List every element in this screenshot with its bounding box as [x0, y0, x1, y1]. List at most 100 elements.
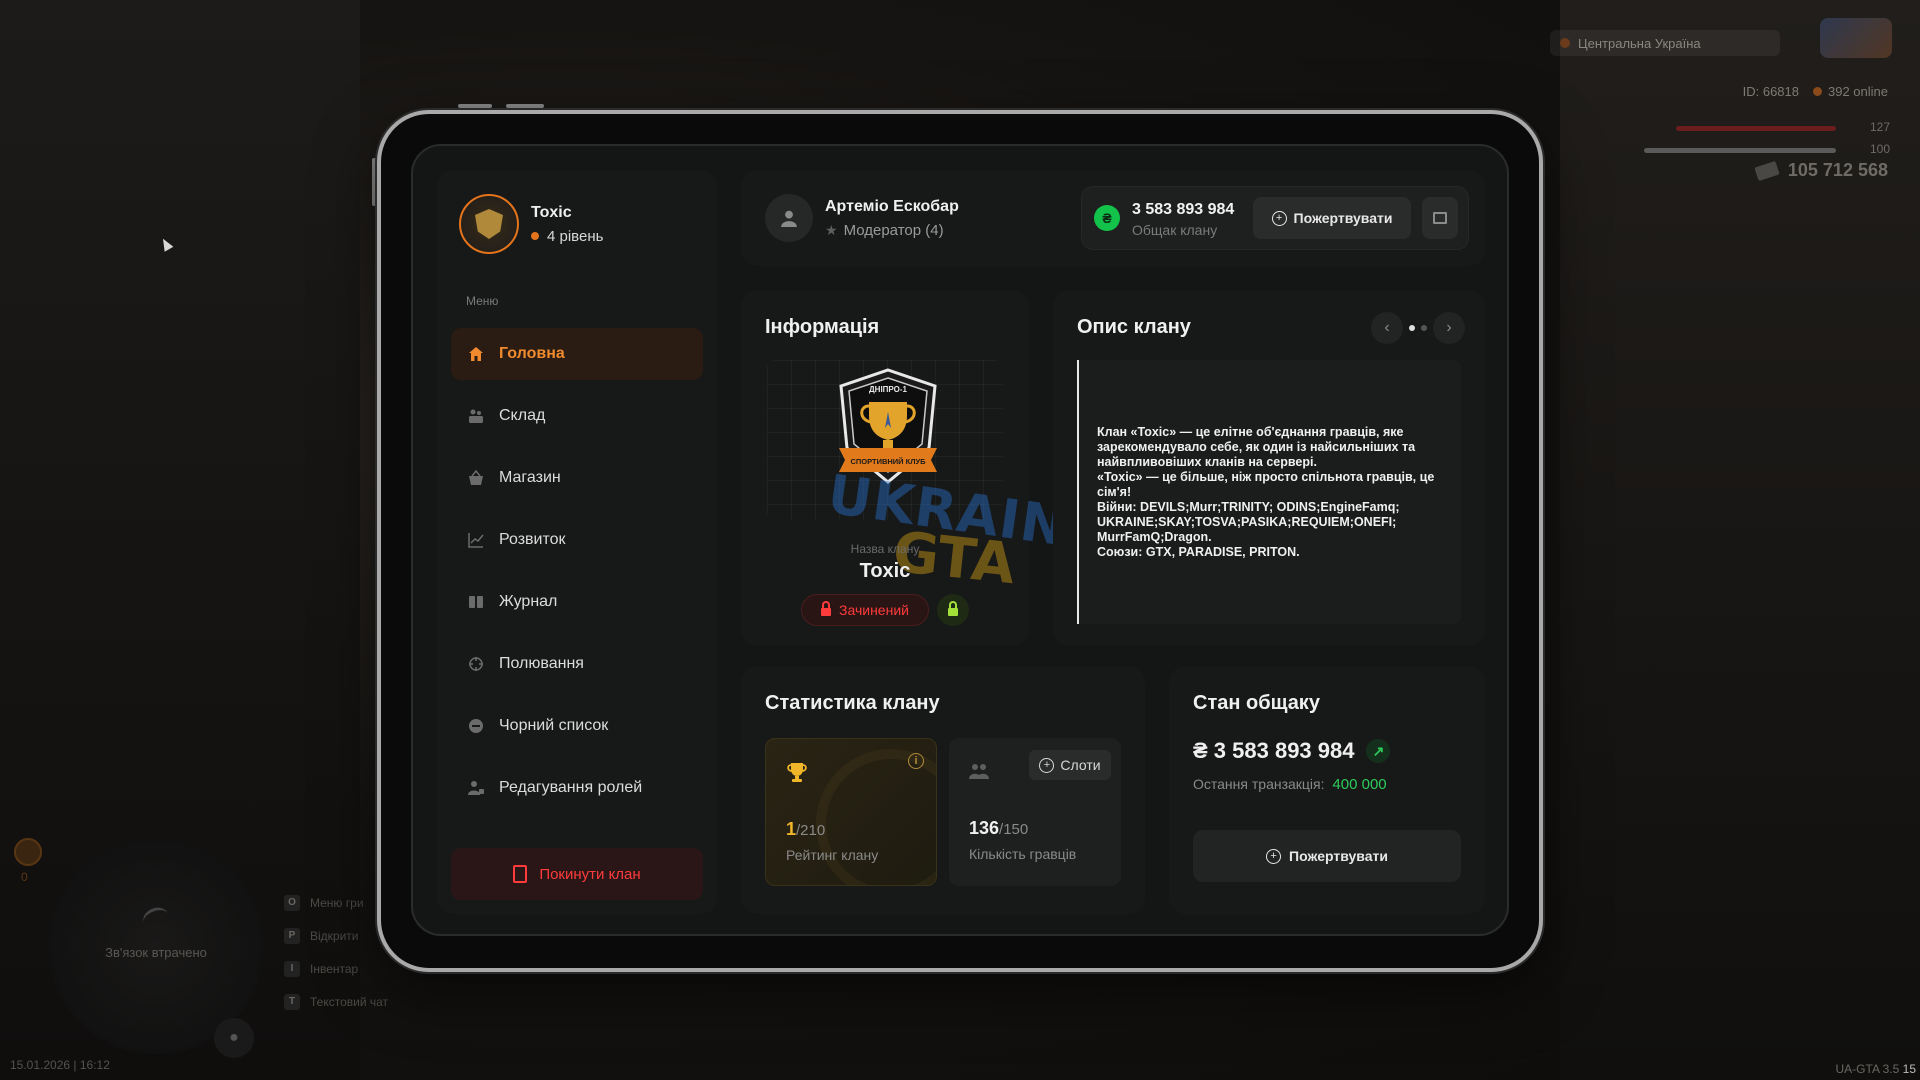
info-card-title: Інформація — [765, 316, 880, 338]
hint-key: T — [284, 993, 300, 1010]
treasury-amount: ₴ 3 583 893 984 ↗ — [1193, 738, 1391, 764]
crosshair-icon — [467, 655, 485, 673]
hint-item: I Інвентар — [284, 952, 388, 985]
plus-circle-icon: + — [1271, 210, 1287, 226]
description-card: Опис клану ‹ › Клан «Toxic» — це елітне … — [1053, 290, 1485, 646]
sidebar-item-home[interactable]: Головна — [451, 328, 703, 380]
next-page-button[interactable]: › — [1433, 312, 1465, 344]
region-shield-icon — [1560, 38, 1570, 48]
trophy-icon — [787, 763, 807, 782]
hud-money: 105 712 568 — [1754, 160, 1888, 181]
minimap-status: Зв'язок втрачено — [105, 945, 207, 960]
slots-button-label: Слоти — [1060, 757, 1101, 773]
sidebar-item-blacklist[interactable]: Чорний список — [451, 700, 703, 752]
slots-button[interactable]: + Слоти — [1029, 750, 1111, 780]
emblem-top-text: ДНІПРО-1 — [869, 385, 908, 394]
cash-icon — [1754, 160, 1780, 181]
treasury-card-title: Стан общаку — [1193, 692, 1320, 714]
sidebar: Toxic 4 рівень Меню Головна Склад Магази… — [437, 170, 717, 914]
hint-key: O — [284, 894, 300, 911]
unlock-button[interactable] — [937, 594, 969, 626]
last-transaction: Остання транзакція: 400 000 — [1193, 776, 1387, 793]
health-bar — [1676, 126, 1836, 131]
hud-online-label: 392 online — [1828, 84, 1888, 99]
armor-bar — [1644, 148, 1836, 153]
archive-button[interactable] — [1422, 197, 1458, 239]
donate-button-label: Пожертвувати — [1293, 210, 1393, 226]
hint-label: Текстовий чат — [310, 994, 389, 1009]
emblem-ribbon-text: СПОРТИВНИЙ КЛУБ — [850, 457, 926, 466]
sidebar-item-label: Полювання — [499, 655, 584, 672]
hint-item: O Меню гри — [284, 886, 388, 919]
hud-money-value: 105 712 568 — [1787, 160, 1888, 180]
tablet-button-top-right — [506, 104, 544, 108]
rating-stat-box: i 1/210 Рейтинг клану — [765, 738, 937, 886]
tablet-button-side — [372, 158, 376, 206]
objective-icon — [14, 838, 42, 866]
sidebar-item-shop[interactable]: Магазин — [451, 452, 703, 504]
hint-label: Меню гри — [310, 895, 364, 910]
players-stat-box: + Слоти 136/150 Кількість гравців — [949, 738, 1121, 886]
trend-up-icon: ↗ — [1366, 739, 1391, 763]
treasury-card: Стан общаку ₴ 3 583 893 984 ↗ Остання тр… — [1169, 666, 1485, 914]
sidebar-item-label: Головна — [499, 345, 565, 362]
clan-wallet: ₴ 3 583 893 984 Общак клану + Пожертвува… — [1081, 186, 1469, 250]
treasury-amount-value: ₴ 3 583 893 984 — [1193, 738, 1355, 763]
clan-name: Toxic — [859, 560, 911, 582]
objective-counter: 0 — [21, 870, 28, 884]
hint-item: P Відкрити — [284, 919, 388, 952]
sidebar-item-label: Журнал — [499, 593, 558, 610]
description-pager: ‹ › — [1371, 312, 1465, 344]
stats-card: Статистика клану i 1/210 Рейтинг клану +… — [741, 666, 1145, 914]
hud-version-label: UA-GTA 3.5 — [1835, 1062, 1900, 1076]
sidebar-item-journal[interactable]: Журнал — [451, 576, 703, 628]
players-total: /150 — [999, 821, 1029, 838]
treasury-donate-button[interactable]: + Пожертвувати — [1193, 830, 1461, 882]
hud-version-suffix: 15 — [1902, 1062, 1916, 1076]
menu-caption: Меню — [466, 294, 499, 308]
hint-key: I — [284, 960, 300, 977]
gta-watermark: GTA — [889, 519, 1019, 598]
people-icon — [969, 762, 989, 785]
unlock-icon — [948, 601, 958, 616]
hint-key: P — [284, 927, 300, 944]
user-edit-icon — [467, 779, 485, 797]
hryvnia-coin-icon: ₴ — [1094, 205, 1120, 231]
clan-name-caption: Назва клану — [850, 542, 920, 556]
book-icon — [467, 593, 485, 611]
microphone-icon[interactable]: ● — [214, 1018, 254, 1058]
leave-clan-button[interactable]: Покинути клан — [451, 848, 703, 900]
hud-version: UA-GTA 3.5 15 — [1836, 1062, 1917, 1076]
page-indicator-dot[interactable] — [1409, 325, 1415, 331]
armor-value: 100 — [1869, 142, 1890, 156]
laurel-decoration — [816, 749, 936, 885]
star-icon: ★ — [825, 222, 838, 238]
hint-item: T Текстовий чат — [284, 985, 388, 1018]
clan-profile: Toxic 4 рівень — [459, 194, 603, 254]
previous-page-button[interactable]: ‹ — [1371, 312, 1403, 344]
warehouse-icon — [467, 407, 485, 425]
donate-button[interactable]: + Пожертвувати — [1253, 197, 1411, 239]
lock-icon — [821, 601, 832, 616]
players-current: 136 — [969, 818, 1000, 838]
description-card-title: Опис клану — [1077, 316, 1191, 338]
health-value: 127 — [1869, 120, 1890, 134]
players-label: Кількість гравців — [969, 846, 1077, 862]
tablet-button-top-left — [458, 104, 492, 108]
user-role-label: Модератор (4) — [843, 222, 944, 239]
wallet-amount: 3 583 893 984 — [1132, 201, 1235, 218]
info-icon[interactable]: i — [908, 753, 924, 769]
sidebar-item-roles[interactable]: Редагування ролей — [451, 762, 703, 814]
sidebar-item-warehouse[interactable]: Склад — [451, 390, 703, 442]
user-role: ★ Модератор (4) — [825, 222, 944, 239]
leave-clan-label: Покинути клан — [539, 865, 641, 883]
page-indicator-dot[interactable] — [1421, 325, 1427, 331]
sidebar-item-development[interactable]: Розвиток — [451, 514, 703, 566]
sidebar-item-hunting[interactable]: Полювання — [451, 638, 703, 690]
clan-emblem-icon — [475, 209, 503, 239]
description-body: Клан «Toxic» — це елітне об'єднання грав… — [1077, 360, 1461, 624]
exit-door-icon — [513, 865, 528, 883]
archive-box-icon — [1433, 212, 1447, 224]
clan-tablet-screen: Toxic 4 рівень Меню Головна Склад Магази… — [411, 144, 1509, 936]
hud-player-id: ID: 66818 — [1742, 84, 1799, 99]
